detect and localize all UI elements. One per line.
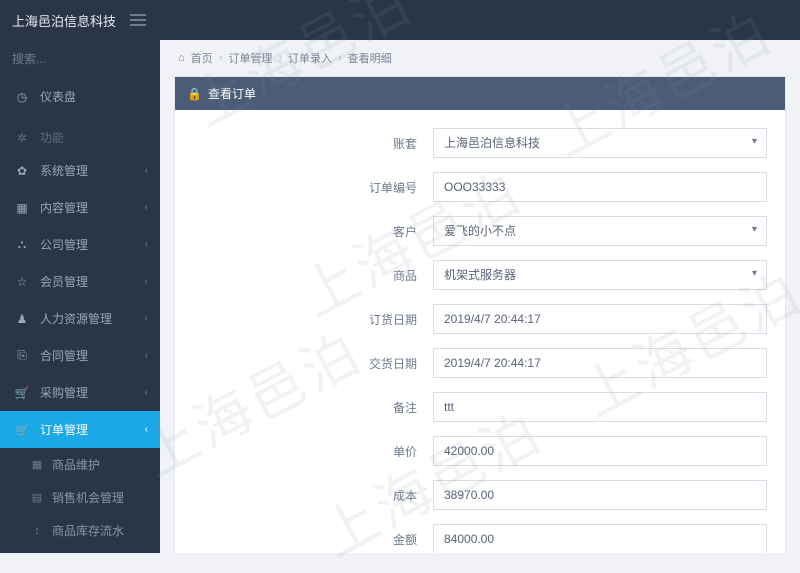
breadcrumb-sep: › bbox=[219, 52, 223, 64]
sidebar-item-label: 仪表盘 bbox=[40, 88, 76, 105]
panel-header: 🔒 查看订单 bbox=[175, 77, 785, 110]
flow-icon: ↕ bbox=[30, 525, 44, 537]
input-order-no[interactable] bbox=[433, 172, 767, 202]
select-customer[interactable]: 爱飞的小不点 bbox=[433, 216, 767, 246]
sidebar-item-label: 内容管理 bbox=[40, 199, 88, 216]
input-ship-date[interactable] bbox=[433, 348, 767, 378]
sidebar-section-label: 功能 bbox=[40, 129, 64, 146]
sidebar-sub-stock-in[interactable]: ⇥商品入库 bbox=[0, 547, 160, 553]
row-product: 商品 机架式服务器 ▾ bbox=[193, 260, 767, 290]
chevron-left-icon: ‹ bbox=[145, 239, 148, 250]
sidebar-item-system[interactable]: ✿ 系统管理 ‹ bbox=[0, 152, 160, 189]
label-customer: 客户 bbox=[193, 223, 433, 240]
cart-icon: 🛒 bbox=[14, 423, 30, 437]
dashboard-icon: ◷ bbox=[14, 90, 30, 104]
sidebar-item-label: 会员管理 bbox=[40, 273, 88, 290]
sidebar-item-content[interactable]: ▦ 内容管理 ‹ bbox=[0, 189, 160, 226]
sidebar-item-label: 合同管理 bbox=[40, 347, 88, 364]
label-account: 账套 bbox=[193, 135, 433, 152]
input-cost[interactable] bbox=[433, 480, 767, 510]
cog-icon: ✿ bbox=[14, 164, 30, 178]
lock-icon: 🔒 bbox=[187, 87, 202, 101]
label-order-date: 订货日期 bbox=[193, 311, 433, 328]
sidebar-search[interactable] bbox=[0, 40, 160, 78]
brand-title: 上海邑泊信息科技 bbox=[12, 11, 116, 30]
row-order-no: 订单编号 bbox=[193, 172, 767, 202]
cart-icon: 🛒 bbox=[14, 386, 30, 400]
chevron-left-icon: ‹ bbox=[145, 202, 148, 213]
input-unit-price[interactable] bbox=[433, 436, 767, 466]
menu-toggle-icon[interactable] bbox=[130, 12, 146, 28]
building-icon: ⛬ bbox=[14, 237, 30, 252]
label-ship-date: 交货日期 bbox=[193, 355, 433, 372]
select-account[interactable]: 上海邑泊信息科技 bbox=[433, 128, 767, 158]
sidebar-item-label: 公司管理 bbox=[40, 236, 88, 253]
row-order-date: 订货日期 bbox=[193, 304, 767, 334]
chevron-left-icon: ‹ bbox=[145, 313, 148, 324]
row-amount: 金额 bbox=[193, 524, 767, 553]
sidebar-item-order[interactable]: 🛒 订单管理 ‹ bbox=[0, 411, 160, 448]
sidebar-sub-stock-flow[interactable]: ↕ 商品库存流水 bbox=[0, 514, 160, 547]
search-input[interactable] bbox=[12, 52, 160, 66]
list-icon: ▤ bbox=[30, 491, 44, 504]
sidebar-item-company[interactable]: ⛬ 公司管理 ‹ bbox=[0, 226, 160, 263]
sidebar-sub-sales-opp[interactable]: ▤ 销售机会管理 bbox=[0, 481, 160, 514]
sidebar-item-member[interactable]: ☆ 会员管理 ‹ bbox=[0, 263, 160, 300]
grid-icon: ▦ bbox=[30, 458, 44, 471]
chevron-left-icon: ‹ bbox=[145, 387, 148, 398]
row-remark: 备注 bbox=[193, 392, 767, 422]
row-customer: 客户 爱飞的小不点 ▾ bbox=[193, 216, 767, 246]
sidebar-sub-product[interactable]: ▦ 商品维护 bbox=[0, 448, 160, 481]
sidebar-item-label: 人力资源管理 bbox=[40, 310, 112, 327]
row-account: 账套 上海邑泊信息科技 ▾ bbox=[193, 128, 767, 158]
doc-icon: ▦ bbox=[14, 201, 30, 215]
row-ship-date: 交货日期 bbox=[193, 348, 767, 378]
breadcrumb-l3[interactable]: 查看明细 bbox=[348, 50, 392, 66]
sidebar-item-label: 系统管理 bbox=[40, 162, 88, 179]
input-order-date[interactable] bbox=[433, 304, 767, 334]
sidebar-sub-label: 销售机会管理 bbox=[52, 489, 124, 506]
label-order-no: 订单编号 bbox=[193, 179, 433, 196]
breadcrumb-l2[interactable]: 订单录入 bbox=[288, 50, 332, 66]
breadcrumb: ⌂ 首页 › 订单管理 › 订单录入 › 查看明细 bbox=[160, 40, 800, 76]
sidebar-item-dashboard[interactable]: ◷ 仪表盘 bbox=[0, 78, 160, 115]
label-unit-price: 单价 bbox=[193, 443, 433, 460]
sidebar-item-label: 订单管理 bbox=[40, 421, 88, 438]
label-remark: 备注 bbox=[193, 399, 433, 416]
sidebar-item-purchase[interactable]: 🛒 采购管理 ‹ bbox=[0, 374, 160, 411]
row-cost: 成本 bbox=[193, 480, 767, 510]
gear-icon: ✲ bbox=[14, 131, 30, 145]
label-product: 商品 bbox=[193, 267, 433, 284]
sidebar-sub-label: 商品维护 bbox=[52, 456, 100, 473]
chevron-left-icon: ‹ bbox=[145, 350, 148, 361]
sidebar-section-feature: ✲ 功能 bbox=[0, 115, 160, 152]
chevron-left-icon: ‹ bbox=[145, 276, 148, 287]
user-icon: ♟ bbox=[14, 312, 30, 326]
label-cost: 成本 bbox=[193, 487, 433, 504]
file-icon: ⎘ bbox=[14, 348, 30, 363]
panel-view-order: 🔒 查看订单 账套 上海邑泊信息科技 ▾ 订单编号 客户 爱飞的小不点 ▾ bbox=[174, 76, 786, 553]
breadcrumb-home[interactable]: 首页 bbox=[191, 50, 213, 66]
breadcrumb-sep: › bbox=[338, 52, 342, 64]
chevron-left-icon: ‹ bbox=[145, 165, 148, 176]
sidebar-item-contract[interactable]: ⎘ 合同管理 ‹ bbox=[0, 337, 160, 374]
home-icon: ⌂ bbox=[178, 52, 185, 64]
row-unit-price: 单价 bbox=[193, 436, 767, 466]
main-content: ⌂ 首页 › 订单管理 › 订单录入 › 查看明细 🔒 查看订单 账套 上海邑泊… bbox=[160, 40, 800, 553]
panel-title: 查看订单 bbox=[208, 85, 256, 102]
chevron-left-icon: ‹ bbox=[145, 424, 148, 435]
panel-body: 账套 上海邑泊信息科技 ▾ 订单编号 客户 爱飞的小不点 ▾ 商品 bbox=[175, 110, 785, 553]
breadcrumb-sep: › bbox=[278, 52, 282, 64]
sidebar-item-label: 采购管理 bbox=[40, 384, 88, 401]
star-icon: ☆ bbox=[14, 275, 30, 289]
sidebar: ◷ 仪表盘 ✲ 功能 ✿ 系统管理 ‹ ▦ 内容管理 ‹ ⛬ 公司管理 ‹ ☆ … bbox=[0, 40, 160, 553]
topbar: 上海邑泊信息科技 bbox=[0, 0, 800, 40]
breadcrumb-l1[interactable]: 订单管理 bbox=[228, 50, 272, 66]
input-remark[interactable] bbox=[433, 392, 767, 422]
input-amount[interactable] bbox=[433, 524, 767, 553]
sidebar-sub-label: 商品库存流水 bbox=[52, 522, 124, 539]
select-product[interactable]: 机架式服务器 bbox=[433, 260, 767, 290]
label-amount: 金额 bbox=[193, 531, 433, 548]
sidebar-item-hr[interactable]: ♟ 人力资源管理 ‹ bbox=[0, 300, 160, 337]
